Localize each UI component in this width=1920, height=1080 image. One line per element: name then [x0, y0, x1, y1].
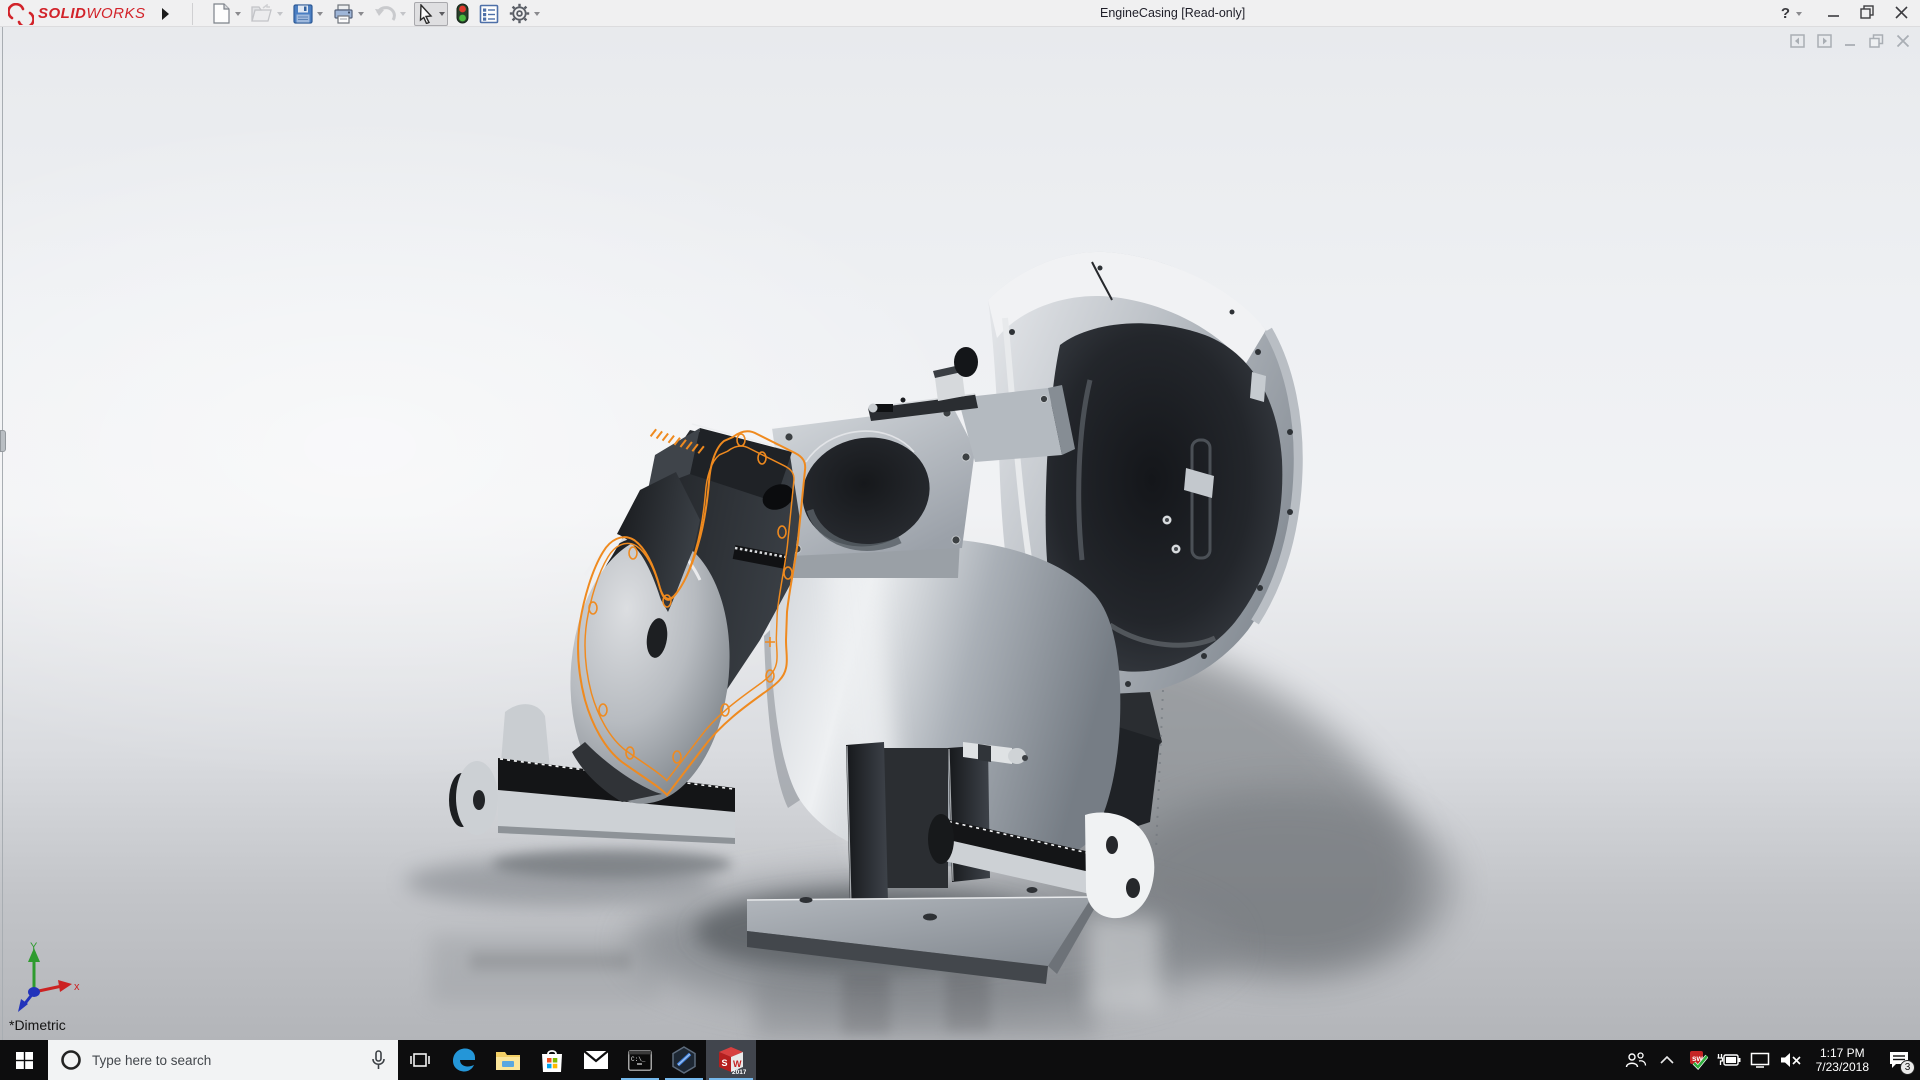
minimize-button[interactable] [1820, 6, 1846, 22]
notification-badge: 3 [1900, 1060, 1915, 1075]
restore-button[interactable] [1854, 5, 1880, 22]
taskbar-store[interactable] [530, 1040, 574, 1080]
tray-date: 7/23/2018 [1815, 1060, 1869, 1074]
options-button[interactable] [507, 1, 542, 26]
sw-year-label: 2017 [732, 1069, 746, 1075]
file-explorer-icon [496, 1052, 520, 1070]
taskbar-search-input[interactable]: Type here to search [48, 1040, 398, 1080]
svg-text:S: S [722, 1058, 728, 1068]
settings-gear-icon [509, 3, 529, 24]
dropdown-caret[interactable] [357, 11, 364, 16]
solidworks-status-icon: sw [1689, 1051, 1708, 1070]
rebuild-traffic-light-icon [456, 3, 469, 24]
print-button[interactable] [331, 1, 366, 26]
restore-icon [1860, 5, 1874, 19]
taskbar-command-prompt[interactable]: C:\_ [618, 1040, 662, 1080]
mail-icon [583, 1050, 609, 1069]
open-button[interactable] [249, 1, 285, 26]
chevron-up-icon [1660, 1056, 1674, 1064]
view-orientation-label: *Dimetric [9, 1017, 66, 1033]
options-list-icon [479, 4, 498, 23]
store-icon [542, 1049, 562, 1072]
tray-overflow-button[interactable] [1655, 1040, 1679, 1080]
save-button[interactable] [291, 1, 325, 26]
save-icon [292, 3, 313, 24]
select-tool-button[interactable] [413, 1, 448, 26]
volume-muted-icon [1780, 1053, 1801, 1067]
people-icon [1625, 1052, 1646, 1068]
taskbar-file-explorer[interactable] [486, 1040, 530, 1080]
toolbar-separator [191, 2, 193, 25]
cmd-label: C:\_ [631, 1056, 646, 1063]
print-icon [333, 3, 353, 24]
hexagon-app-icon [672, 1046, 696, 1074]
taskbar-hexagon-app[interactable] [662, 1040, 706, 1080]
windows-logo-icon [15, 1051, 33, 1069]
solidworks-app-icon: S W 2017 [719, 1047, 746, 1075]
microphone-icon[interactable] [371, 1049, 386, 1071]
undo-icon [374, 6, 396, 21]
start-button[interactable] [0, 1040, 48, 1080]
svg-text:W: W [733, 1059, 742, 1069]
dropdown-caret[interactable] [234, 11, 241, 16]
solidworks-ds-icon [8, 2, 34, 25]
cortana-icon [61, 1050, 81, 1070]
menu-flyout-arrow[interactable] [158, 4, 174, 24]
new-document-icon [212, 3, 230, 24]
help-button[interactable]: ? [1781, 5, 1802, 22]
command-prompt-icon: C:\_ [628, 1049, 652, 1071]
task-view-button[interactable] [398, 1040, 442, 1080]
taskbar-edge[interactable] [442, 1040, 486, 1080]
network-icon [1750, 1052, 1769, 1068]
dropdown-caret[interactable] [438, 11, 445, 16]
document-title: EngineCasing [Read-only] [1100, 6, 1246, 20]
solidworks-window: SOLIDWORKS EngineCasing [Read-only] ? Y … [0, 0, 1920, 1080]
power-battery-icon [1717, 1054, 1741, 1066]
tray-solidworks-status[interactable]: sw [1686, 1040, 1710, 1080]
rebuild-button[interactable] [454, 1, 471, 26]
close-button[interactable] [1888, 5, 1914, 22]
minimize-icon [1827, 14, 1839, 17]
title-bar: SOLIDWORKS EngineCasing [Read-only] ? [0, 0, 1920, 27]
tray-power[interactable] [1717, 1040, 1741, 1080]
people-button[interactable] [1624, 1040, 1648, 1080]
engine-casing-model[interactable] [0, 27, 1920, 1040]
help-icon: ? [1780, 5, 1790, 22]
dropdown-caret[interactable] [533, 11, 540, 16]
windows-taskbar: Type here to search C:\_ S W 2017 sw 1:1… [0, 1040, 1920, 1080]
tray-volume[interactable] [1779, 1040, 1803, 1080]
solidworks-logo: SOLIDWORKS [8, 0, 146, 27]
taskbar-mail[interactable] [574, 1040, 618, 1080]
edge-icon [453, 1048, 475, 1072]
dropdown-caret[interactable] [1796, 11, 1802, 16]
orientation-triad: Y x [18, 942, 80, 1012]
graphics-viewport[interactable]: Y x *Dimetric [0, 27, 1920, 1040]
clock[interactable]: 1:17 PM 7/23/2018 [1810, 1046, 1875, 1074]
dropdown-caret[interactable] [316, 11, 323, 16]
solidworks-wordmark: SOLIDWORKS [38, 5, 146, 22]
dropdown-caret [276, 11, 283, 16]
new-document-button[interactable] [210, 1, 243, 26]
action-center-button[interactable]: 3 [1882, 1040, 1916, 1080]
search-placeholder: Type here to search [92, 1052, 212, 1068]
task-view-icon [410, 1053, 430, 1067]
tray-time: 1:17 PM [1819, 1046, 1865, 1060]
tray-network[interactable] [1748, 1040, 1772, 1080]
triad-y-label: Y [30, 942, 38, 953]
undo-button[interactable] [372, 1, 408, 26]
triad-x-label: x [74, 981, 80, 993]
top-fittings[interactable] [867, 347, 978, 421]
open-icon [250, 4, 272, 22]
select-cursor-icon [419, 3, 432, 24]
taskbar-solidworks[interactable]: S W 2017 [706, 1040, 756, 1080]
dropdown-caret [399, 11, 406, 16]
properties-button[interactable] [477, 1, 501, 26]
close-icon [1894, 5, 1908, 19]
